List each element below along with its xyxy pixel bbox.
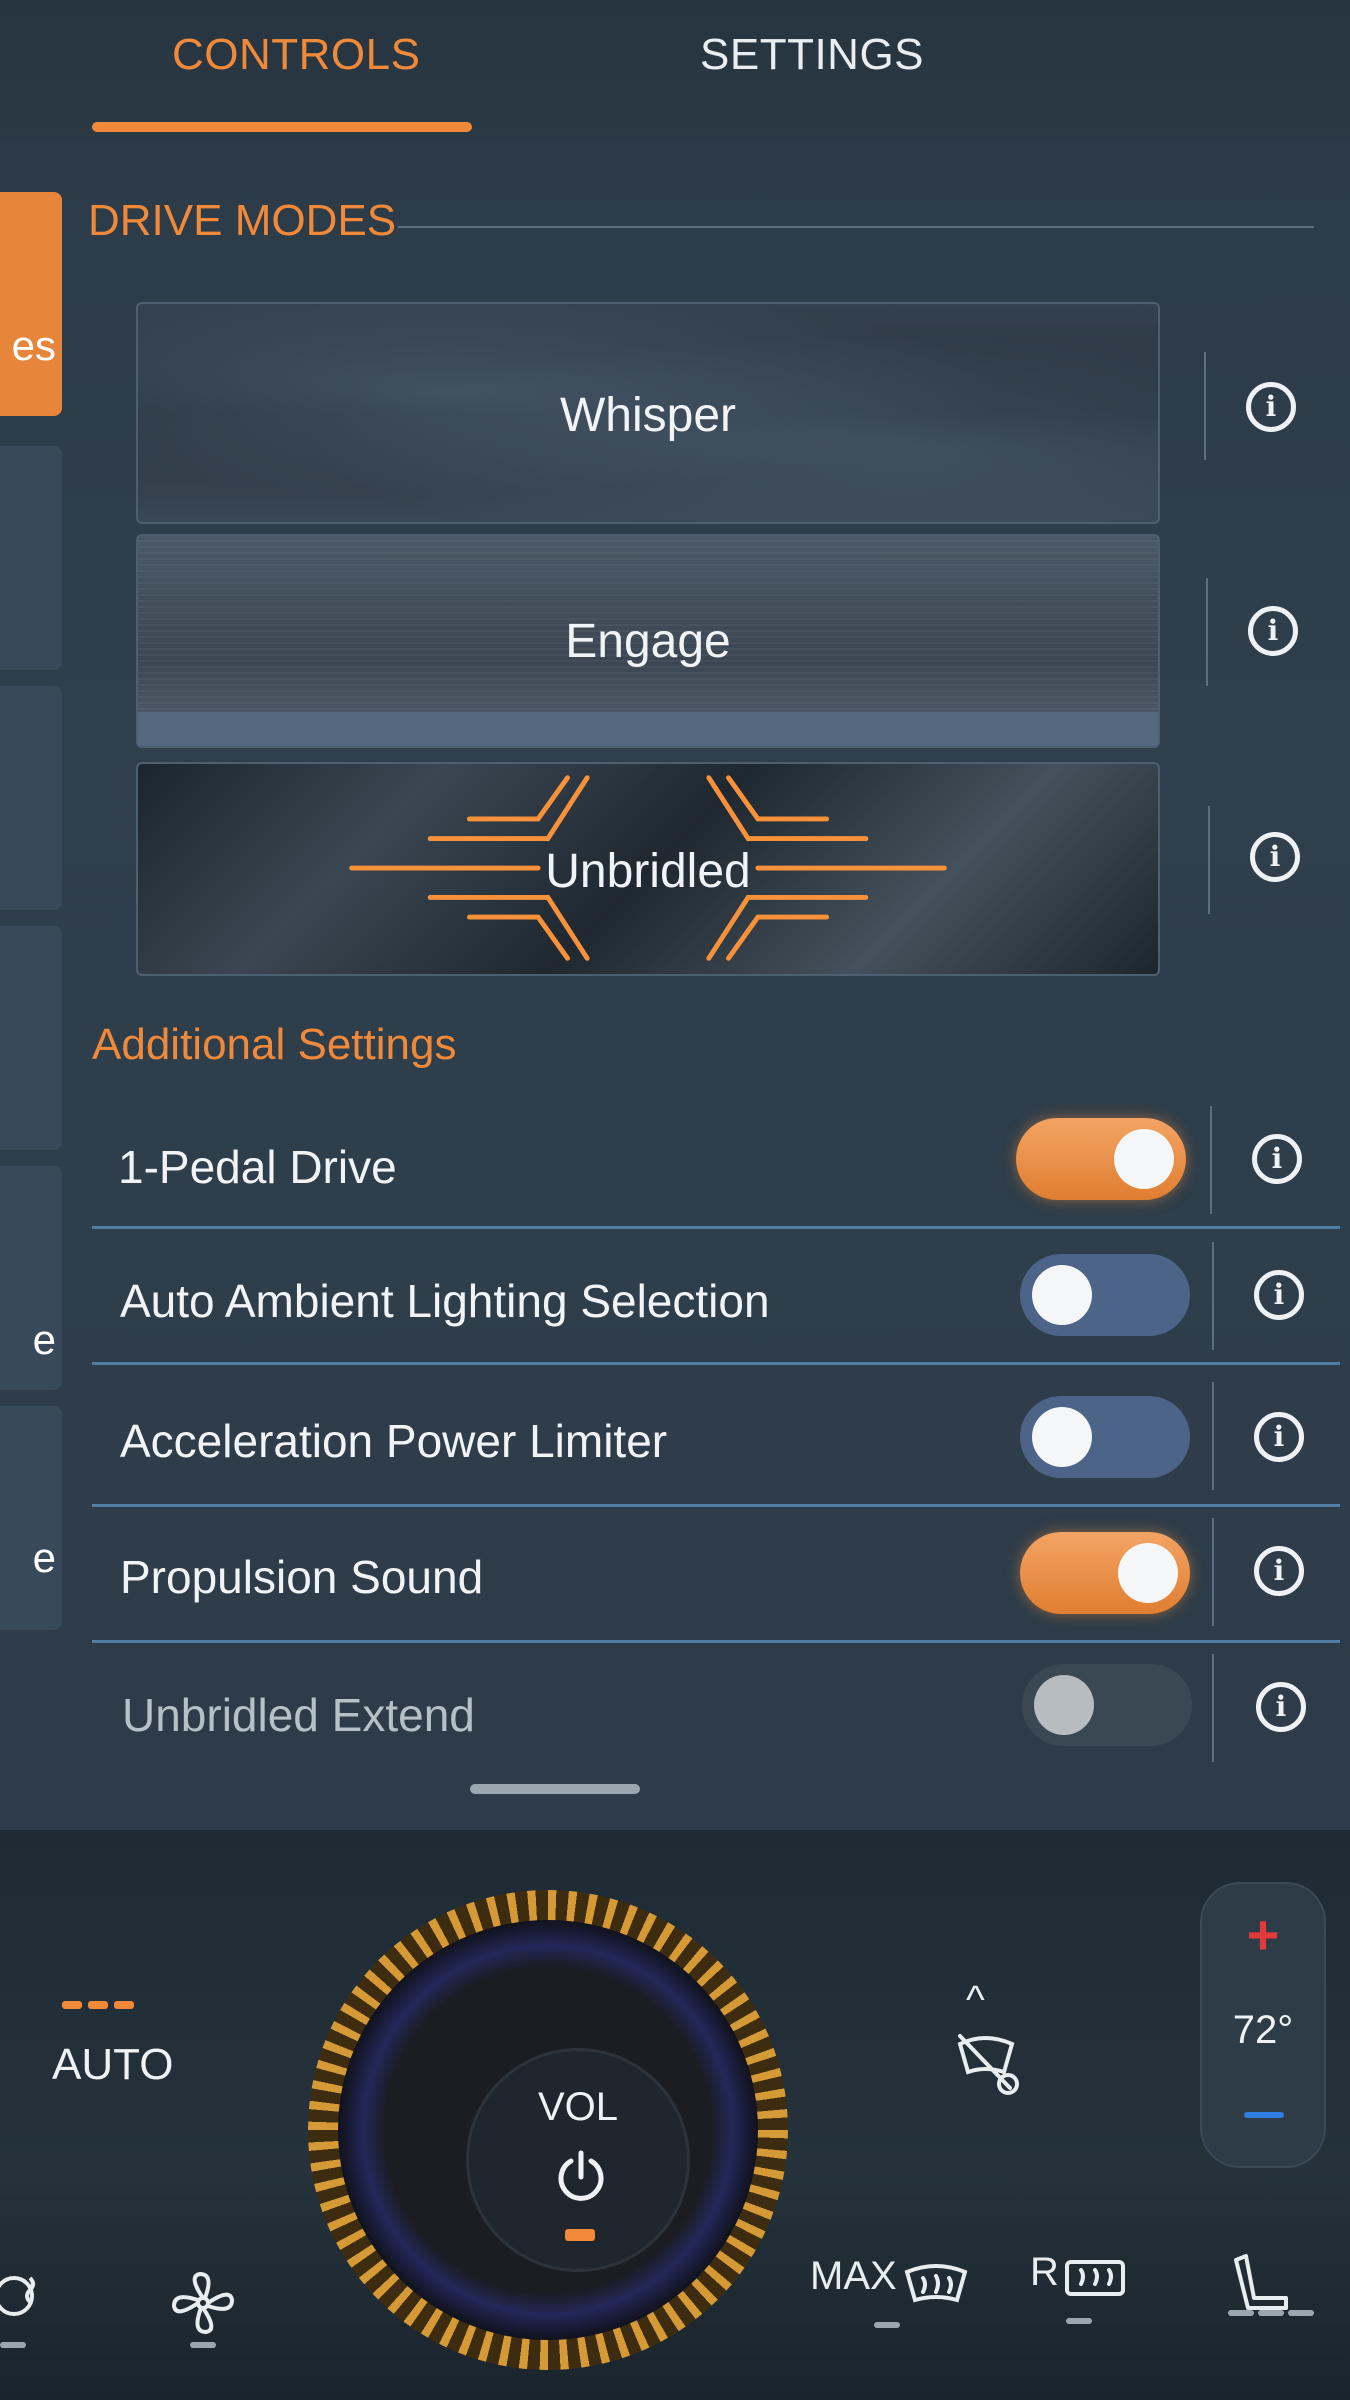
rail-item-drive-modes[interactable]: es bbox=[0, 192, 62, 416]
mode-label: Whisper bbox=[559, 389, 737, 442]
mode-label: Unbridled bbox=[545, 845, 751, 898]
temp-up-button[interactable]: + bbox=[1202, 1902, 1324, 1967]
scroll-handle[interactable] bbox=[470, 1784, 640, 1794]
toggle-acceleration-power-limiter[interactable] bbox=[1020, 1396, 1190, 1478]
rear-defrost-icon bbox=[1065, 2259, 1126, 2296]
rail-item-label: e bbox=[32, 1316, 56, 1363]
info-icon[interactable]: i bbox=[1250, 832, 1300, 882]
info-icon[interactable]: i bbox=[1254, 1546, 1304, 1596]
row-divider bbox=[92, 1504, 1340, 1507]
info-icon[interactable]: i bbox=[1246, 382, 1296, 432]
power-icon bbox=[558, 2150, 604, 2201]
volume-knob[interactable]: VOL bbox=[308, 1890, 788, 2370]
rail-item-2[interactable] bbox=[0, 446, 62, 670]
temperature-value: 72° bbox=[1232, 2008, 1294, 2052]
selected-mode-bar bbox=[138, 712, 1158, 746]
rail-item-3[interactable] bbox=[0, 686, 62, 910]
separator bbox=[1212, 1242, 1214, 1350]
rail-item-label: e bbox=[32, 1534, 56, 1581]
seat-heat-icon[interactable] bbox=[1224, 2248, 1304, 2328]
controls-screen: CONTROLS SETTINGS es e e DRIVE MODES Whi… bbox=[0, 0, 1350, 1830]
tab-controls[interactable]: CONTROLS bbox=[172, 30, 420, 80]
setting-label: Unbridled Extend bbox=[122, 1689, 475, 1741]
vol-label: VOL bbox=[537, 2085, 619, 2129]
mode-unbridled[interactable]: Unbridled bbox=[136, 762, 1160, 976]
temp-down-button[interactable] bbox=[1244, 2112, 1284, 2118]
separator bbox=[1212, 1518, 1214, 1626]
temperature-control: + 72° bbox=[1200, 1882, 1326, 2168]
knob-ring: VOL bbox=[338, 1920, 758, 2340]
rail-item-label: es bbox=[11, 322, 56, 369]
separator bbox=[1210, 1106, 1212, 1214]
level-indicator bbox=[0, 2342, 26, 2348]
max-defrost-label: MAX bbox=[810, 2254, 897, 2298]
row-divider bbox=[92, 1362, 1340, 1365]
level-indicator bbox=[1066, 2318, 1092, 2324]
drive-modes-title: DRIVE MODES bbox=[88, 196, 397, 245]
rear-defrost-label: R bbox=[1030, 2250, 1059, 2294]
separator bbox=[1208, 806, 1210, 914]
level-indicator bbox=[1258, 2310, 1284, 2316]
setting-row-unbridled-extend: Unbridled Extend i bbox=[92, 1652, 1340, 1772]
level-indicator bbox=[1228, 2310, 1254, 2316]
rail-item-5[interactable]: e bbox=[0, 1166, 62, 1390]
toggle-unbridled-extend[interactable] bbox=[1022, 1664, 1192, 1746]
setting-label: Auto Ambient Lighting Selection bbox=[120, 1275, 770, 1327]
setting-label: Propulsion Sound bbox=[120, 1551, 484, 1603]
rail-item-4[interactable] bbox=[0, 926, 62, 1150]
separator bbox=[1212, 1382, 1214, 1490]
toggle-knob bbox=[1118, 1543, 1178, 1603]
separator bbox=[1206, 578, 1208, 686]
setting-label: 1-Pedal Drive bbox=[118, 1141, 397, 1193]
max-defrost-button[interactable]: MAX bbox=[810, 2254, 971, 2310]
toggle-knob bbox=[1032, 1407, 1092, 1467]
toggle-knob bbox=[1034, 1675, 1094, 1735]
separator bbox=[1212, 1654, 1214, 1762]
rail-item-6[interactable]: e bbox=[0, 1406, 62, 1630]
mode-label: Engage bbox=[565, 615, 731, 668]
toggle-knob bbox=[1114, 1129, 1174, 1189]
toggle-1-pedal-drive[interactable] bbox=[1016, 1118, 1186, 1200]
mode-engage[interactable]: Engage bbox=[136, 534, 1160, 748]
level-indicator bbox=[1288, 2310, 1314, 2316]
windshield-auto-icon[interactable] bbox=[950, 2022, 1030, 2102]
setting-row-auto-ambient-lighting: Auto Ambient Lighting Selection i bbox=[92, 1238, 1340, 1358]
active-tab-indicator bbox=[92, 122, 472, 132]
rear-defrost-button[interactable]: R bbox=[1030, 2250, 1127, 2306]
power-indicator bbox=[565, 2229, 595, 2241]
toggle-propulsion-sound[interactable] bbox=[1020, 1532, 1190, 1614]
separator bbox=[1204, 352, 1206, 460]
info-icon[interactable]: i bbox=[1254, 1412, 1304, 1462]
auto-button[interactable]: AUTO bbox=[52, 2040, 173, 2090]
setting-label: Acceleration Power Limiter bbox=[120, 1415, 668, 1467]
mode-whisper[interactable]: Whisper bbox=[136, 302, 1160, 524]
setting-row-propulsion-sound: Propulsion Sound i bbox=[92, 1514, 1340, 1634]
level-indicator bbox=[190, 2342, 216, 2348]
setting-row-1-pedal-drive: 1-Pedal Drive i bbox=[92, 1104, 1340, 1224]
tab-settings[interactable]: SETTINGS bbox=[700, 30, 924, 80]
chevron-up-icon[interactable]: ^ bbox=[966, 1978, 985, 2023]
fan-icon[interactable] bbox=[168, 2268, 238, 2338]
knob-center[interactable]: VOL bbox=[466, 2048, 690, 2272]
toggle-auto-ambient-lighting[interactable] bbox=[1020, 1254, 1190, 1336]
info-icon[interactable]: i bbox=[1254, 1270, 1304, 1320]
toggle-knob bbox=[1032, 1265, 1092, 1325]
row-divider bbox=[92, 1640, 1340, 1643]
info-icon[interactable]: i bbox=[1256, 1682, 1306, 1732]
info-icon[interactable]: i bbox=[1252, 1134, 1302, 1184]
info-icon[interactable]: i bbox=[1248, 606, 1298, 656]
setting-row-acceleration-power-limiter: Acceleration Power Limiter i bbox=[92, 1378, 1340, 1498]
level-indicator bbox=[874, 2322, 900, 2328]
auto-indicator bbox=[62, 1996, 140, 2014]
section-divider bbox=[398, 226, 1314, 228]
front-defrost-icon bbox=[904, 2263, 968, 2303]
tab-bar: CONTROLS SETTINGS bbox=[0, 0, 1350, 140]
row-divider bbox=[92, 1226, 1340, 1229]
additional-settings-title: Additional Settings bbox=[92, 1020, 457, 1069]
heated-wheel-icon[interactable] bbox=[0, 2266, 48, 2336]
